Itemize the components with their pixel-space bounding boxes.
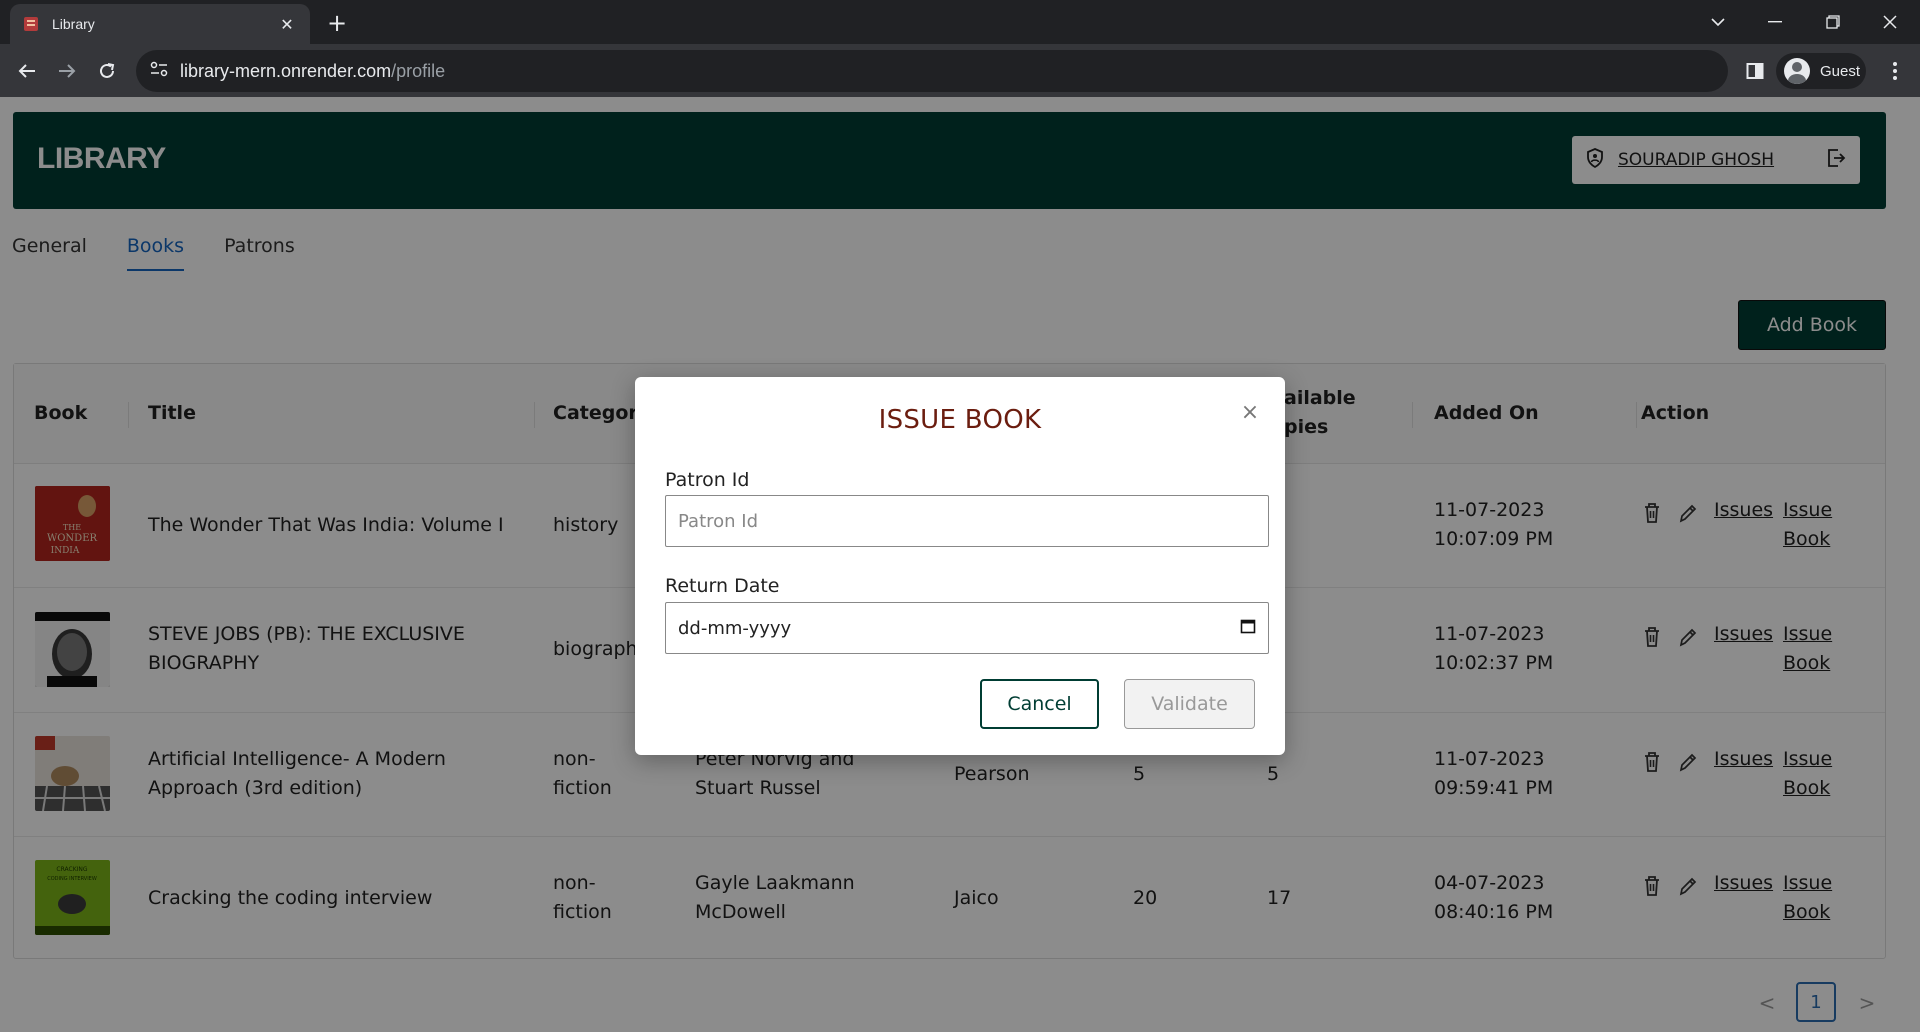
new-tab-icon[interactable]: + [322,8,352,38]
minimize-icon[interactable] [1747,0,1803,44]
return-date-value: dd-mm-yyyy [678,617,792,639]
url-host: library-mern.onrender.com [180,60,392,81]
browser-tab[interactable]: Library ✕ [10,4,310,44]
browser-tab-title: Library [52,16,95,32]
profile-label: Guest [1820,62,1861,80]
close-icon[interactable]: × [1235,397,1265,427]
kebab-menu-icon[interactable] [1880,56,1910,86]
validate-button[interactable]: Validate [1124,679,1255,729]
side-panel-icon[interactable] [1740,56,1770,86]
patron-id-input[interactable] [665,495,1269,547]
close-tab-icon[interactable]: ✕ [276,15,298,34]
return-date-label: Return Date [665,575,780,597]
forward-icon[interactable] [52,56,82,86]
browser-toolbar: library-mern.onrender.com/profile Guest [0,44,1920,97]
reload-icon[interactable] [92,56,122,86]
profile-button[interactable]: Guest [1776,53,1866,89]
browser-tabstrip: Library ✕ + [0,0,1920,44]
url-path: /profile [391,60,446,81]
issue-book-modal: ISSUE BOOK × Patron Id Return Date dd-mm… [635,377,1285,755]
guest-avatar-icon [1784,58,1810,84]
cancel-button[interactable]: Cancel [980,679,1099,729]
back-icon[interactable] [12,56,42,86]
restore-icon[interactable] [1805,0,1861,44]
address-bar[interactable]: library-mern.onrender.com/profile [136,50,1728,92]
return-date-input[interactable]: dd-mm-yyyy [665,602,1269,654]
patron-id-label: Patron Id [665,469,750,491]
site-info-icon[interactable] [150,61,168,81]
calendar-icon[interactable] [1240,618,1256,639]
close-window-icon[interactable] [1862,0,1918,44]
modal-title: ISSUE BOOK [878,405,1042,435]
tab-search-icon[interactable] [1690,0,1746,44]
library-favicon-icon [22,15,40,33]
